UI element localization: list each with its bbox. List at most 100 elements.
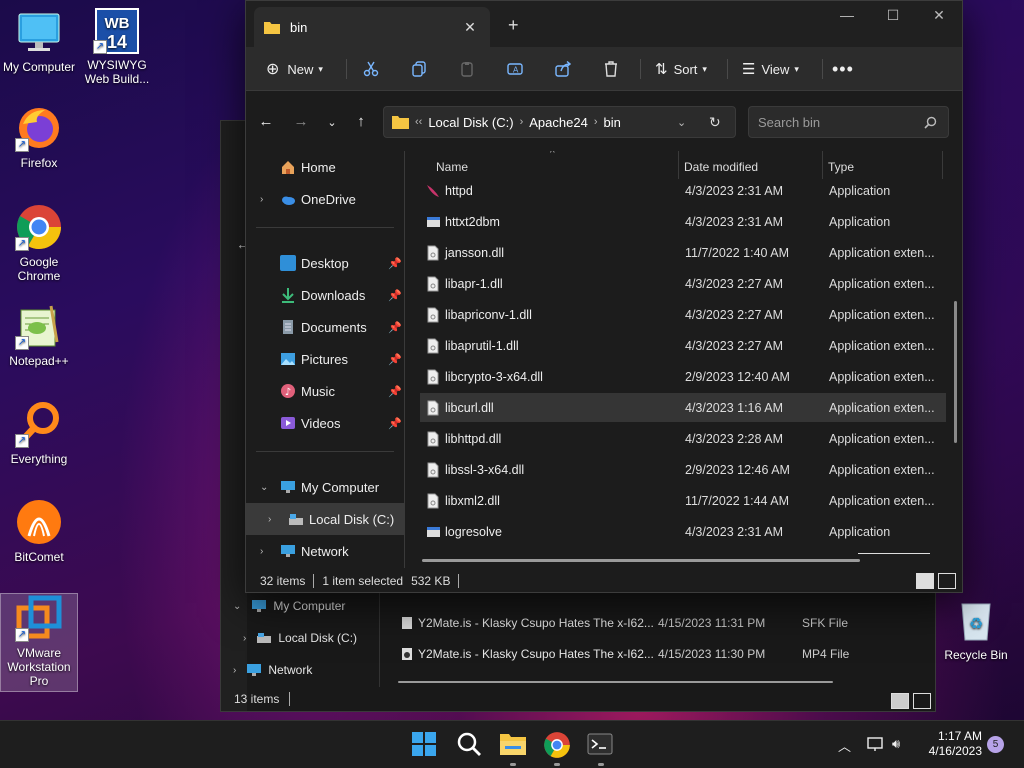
view-button[interactable]: ☰ View ▾: [742, 57, 799, 81]
nav-network[interactable]: › Network: [246, 535, 404, 567]
desktop-icon-my-computer[interactable]: My Computer: [0, 8, 78, 74]
delete-icon[interactable]: [603, 57, 619, 81]
details-view-icon[interactable]: [891, 693, 909, 709]
breadcrumb-overflow-icon[interactable]: ‹‹: [415, 116, 422, 128]
desktop-icon-firefox[interactable]: ↗ Firefox: [0, 104, 78, 170]
close-window-icon[interactable]: ✕: [916, 7, 962, 24]
clock[interactable]: 1:17 AM 4/16/2023: [920, 729, 982, 759]
desktop-icon-wysiwyg[interactable]: WB 14 ↗ WYSIWYG Web Build...: [78, 6, 156, 86]
expand-chevron-icon[interactable]: ›: [260, 546, 263, 557]
notification-badge[interactable]: 5: [987, 736, 1004, 753]
pin-icon[interactable]: 📌: [388, 385, 402, 398]
file-row[interactable]: libapriconv-1.dll 4/3/2023 2:27 AM Applica…: [420, 300, 946, 329]
desktop-icon-everything[interactable]: ↗ Everything: [0, 400, 78, 466]
share-icon[interactable]: [555, 57, 571, 81]
breadcrumb-separator-icon[interactable]: ›: [594, 116, 598, 128]
nav-onedrive[interactable]: › OneDrive: [246, 183, 404, 215]
new-tab-icon[interactable]: +: [508, 15, 519, 36]
terminal-icon[interactable]: [587, 731, 615, 759]
breadcrumb-apache24[interactable]: Apache24: [529, 115, 588, 130]
file-row[interactable]: jansson.dll 11/7/2022 1:40 AM Application …: [420, 238, 946, 267]
expand-chevron-icon[interactable]: ›: [268, 514, 271, 525]
search-input[interactable]: Search bin: [748, 106, 949, 138]
address-bar[interactable]: ‹‹ Local Disk (C:) › Apache24 › bin ⌄ ↻: [383, 106, 736, 138]
file-row[interactable]: libcrypto-3-x64.dll 2/9/2023 12:40 AM Appl…: [420, 362, 946, 391]
file-row[interactable]: libhttpd.dll 4/3/2023 2:28 AM Application …: [420, 424, 946, 453]
column-resize-handle[interactable]: [942, 151, 943, 179]
file-row[interactable]: libapr-1.dll 4/3/2023 2:27 AM Application …: [420, 269, 946, 298]
recent-locations-chevron-icon[interactable]: ⌄: [322, 116, 342, 129]
tiles-view-icon[interactable]: [938, 573, 956, 589]
refresh-icon[interactable]: ↻: [709, 114, 721, 131]
pin-icon[interactable]: 📌: [388, 417, 402, 430]
cut-icon[interactable]: [363, 57, 379, 81]
breadcrumb-bin[interactable]: bin: [603, 115, 620, 130]
file-explorer-window[interactable]: bin ✕ + — ☐ ✕ ⊕ New ▾ A ⇅ Sort ▾ ☰ View …: [245, 0, 963, 593]
nav-quick-music[interactable]: ♪ Music 📌: [246, 375, 404, 407]
desktop-icon-chrome[interactable]: ↗ Google Chrome: [0, 203, 78, 283]
nav-local-disk[interactable]: › Local Disk (C:): [246, 503, 404, 535]
expand-chevron-icon[interactable]: ›: [260, 194, 263, 205]
up-arrow-icon[interactable]: ↑: [351, 113, 371, 130]
desktop-icon-recycle-bin[interactable]: ♻ Recycle Bin: [937, 596, 1015, 662]
nav-quick-documents[interactable]: Documents 📌: [246, 311, 404, 343]
bg-nav-local-disk[interactable]: › Local Disk (C:): [243, 631, 357, 645]
collapse-chevron-icon[interactable]: ⌄: [260, 482, 268, 493]
pin-icon[interactable]: 📌: [388, 289, 402, 302]
file-row[interactable]: libssl-3-x64.dll 2/9/2023 12:46 AM Applica…: [420, 455, 946, 484]
column-resize-handle[interactable]: [678, 151, 679, 179]
bg-nav-my-computer[interactable]: ⌄ My Computer: [233, 599, 345, 613]
breadcrumb-separator-icon[interactable]: ›: [520, 116, 524, 128]
chrome-icon[interactable]: [543, 731, 571, 759]
file-row[interactable]: libcurl.dll 4/3/2023 1:16 AM Application e…: [420, 393, 946, 422]
breadcrumb-local-disk[interactable]: Local Disk (C:): [428, 115, 513, 130]
column-header-name[interactable]: Name: [436, 156, 468, 178]
sort-button[interactable]: ⇅ Sort ▾: [655, 57, 707, 81]
nav-home[interactable]: Home: [246, 151, 404, 183]
nav-quick-videos[interactable]: Videos 📌: [246, 407, 404, 439]
nav-quick-desktop[interactable]: Desktop 📌: [246, 247, 404, 279]
bg-horizontal-scrollbar[interactable]: [398, 681, 833, 683]
bg-file-row[interactable]: Y2Mate.is - Klasky Csupo Hates The x-I62…: [401, 642, 921, 666]
start-icon[interactable]: [411, 731, 439, 759]
new-button[interactable]: ⊕ New ▾: [266, 57, 323, 81]
details-view-icon[interactable]: [916, 573, 934, 589]
bg-file-row[interactable]: Y2Mate.is - Klasky Csupo Hates The x-I62…: [401, 611, 921, 635]
nav-quick-downloads[interactable]: Downloads 📌: [246, 279, 404, 311]
rename-icon[interactable]: A: [507, 57, 523, 81]
bg-nav-network[interactable]: › Network: [233, 663, 312, 677]
display-icon[interactable]: [867, 736, 885, 755]
pane-divider[interactable]: [404, 151, 405, 568]
file-row[interactable]: logresolve 4/3/2023 2:31 AM Application: [420, 517, 946, 546]
nav-my-computer[interactable]: ⌄ My Computer: [246, 471, 404, 503]
close-tab-icon[interactable]: ✕: [460, 19, 480, 36]
search-icon[interactable]: [924, 116, 937, 129]
desktop-icon-vmware[interactable]: ↗ VMware Workstation Pro: [0, 593, 78, 692]
show-hidden-icons-chevron-icon[interactable]: ︿: [838, 736, 851, 755]
maximize-icon[interactable]: ☐: [870, 7, 916, 24]
pin-icon[interactable]: 📌: [388, 353, 402, 366]
column-resize-handle[interactable]: [822, 151, 823, 179]
pin-icon[interactable]: 📌: [388, 257, 402, 270]
tiles-view-icon[interactable]: [913, 693, 931, 709]
nav-quick-pictures[interactable]: Pictures 📌: [246, 343, 404, 375]
search-icon[interactable]: [456, 731, 484, 759]
horizontal-scrollbar[interactable]: [422, 559, 860, 562]
vertical-scrollbar[interactable]: [954, 301, 957, 443]
expand-chevron-icon[interactable]: ›: [243, 633, 246, 644]
paste-icon[interactable]: [459, 57, 475, 81]
file-row[interactable]: libxml2.dll 11/7/2022 1:44 AM Application …: [420, 486, 946, 515]
back-arrow-icon[interactable]: ←: [256, 113, 276, 130]
file-explorer-icon[interactable]: [499, 731, 527, 759]
copy-icon[interactable]: [411, 57, 427, 81]
column-header-date[interactable]: Date modified: [684, 156, 758, 178]
file-row[interactable]: libaprutil-1.dll 4/3/2023 2:27 AM Applicat…: [420, 331, 946, 360]
file-row[interactable]: httpd 4/3/2023 2:31 AM Application: [420, 176, 946, 205]
column-header-type[interactable]: Type: [828, 156, 854, 178]
forward-arrow-icon[interactable]: →: [291, 113, 311, 130]
minimize-icon[interactable]: —: [824, 7, 870, 23]
tab-bin[interactable]: bin ✕: [254, 7, 490, 47]
desktop-icon-bitcomet[interactable]: BitComet: [0, 498, 78, 564]
file-row[interactable]: httxt2dbm 4/3/2023 2:31 AM Application: [420, 207, 946, 236]
volume-icon[interactable]: 🔊︎: [892, 736, 900, 752]
